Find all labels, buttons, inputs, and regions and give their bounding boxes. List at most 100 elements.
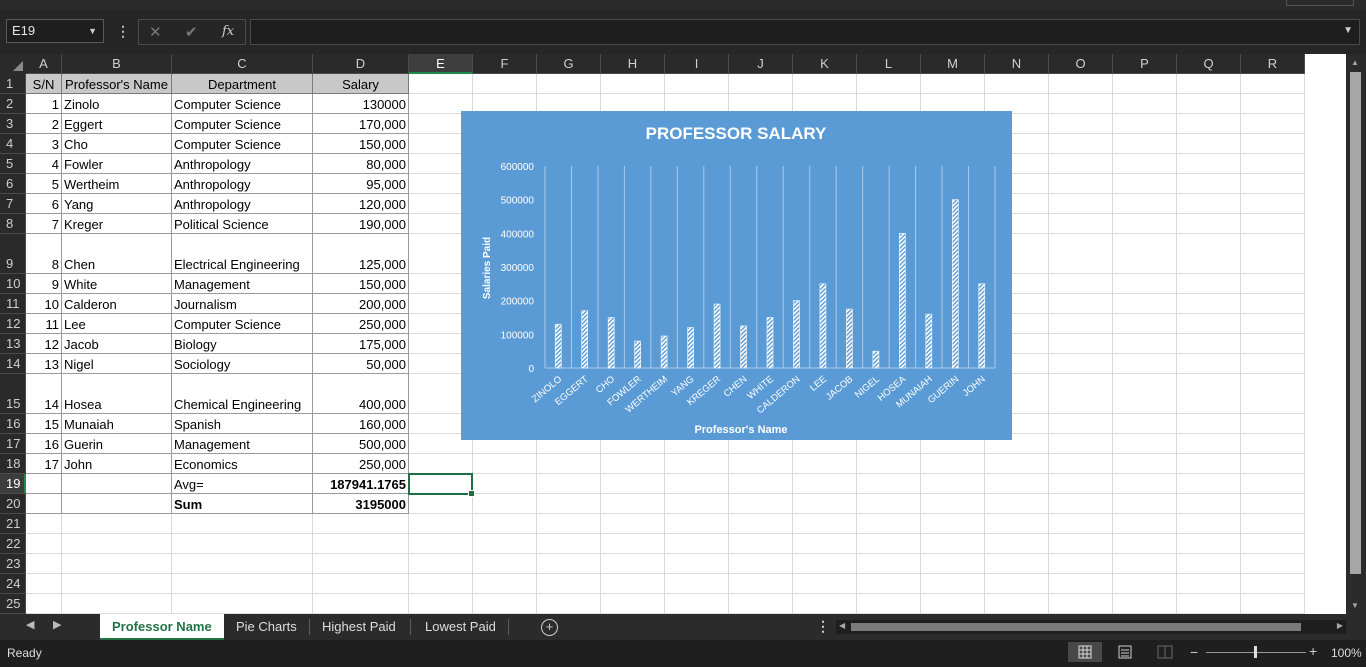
cell[interactable] <box>1241 414 1305 434</box>
cell[interactable] <box>172 514 313 534</box>
cell[interactable] <box>665 454 729 474</box>
row-header[interactable]: 2 <box>0 94 26 114</box>
cell[interactable] <box>1177 434 1241 454</box>
cell[interactable] <box>857 514 921 534</box>
cell[interactable] <box>921 514 985 534</box>
cell[interactable] <box>921 554 985 574</box>
cell[interactable] <box>1241 454 1305 474</box>
cell[interactable] <box>1049 494 1113 514</box>
cell[interactable] <box>665 594 729 614</box>
cell[interactable] <box>1241 474 1305 494</box>
cell[interactable] <box>1049 174 1113 194</box>
cell[interactable] <box>1177 174 1241 194</box>
next-sheet-icon[interactable]: ▶ <box>53 618 61 631</box>
cell[interactable] <box>1177 374 1241 414</box>
cell[interactable] <box>172 574 313 594</box>
cell[interactable] <box>729 494 793 514</box>
department-cell[interactable]: Anthropology <box>172 194 313 214</box>
cell[interactable] <box>1049 214 1113 234</box>
salary-cell[interactable]: 400,000 <box>313 374 409 414</box>
cell[interactable] <box>1177 294 1241 314</box>
cell[interactable] <box>1113 114 1177 134</box>
row-header[interactable]: 12 <box>0 314 26 334</box>
row-header[interactable]: 24 <box>0 574 26 594</box>
cell[interactable] <box>1177 134 1241 154</box>
name-cell[interactable]: Chen <box>62 234 172 274</box>
department-cell[interactable]: Management <box>172 274 313 294</box>
salary-cell[interactable]: 95,000 <box>313 174 409 194</box>
empty-cell[interactable] <box>62 474 172 494</box>
cell[interactable] <box>793 454 857 474</box>
column-header[interactable]: L <box>857 54 921 74</box>
horizontal-scrollbar[interactable]: ◀ ▶ <box>836 620 1346 634</box>
cell[interactable] <box>26 554 62 574</box>
column-header[interactable]: Q <box>1177 54 1241 74</box>
cell[interactable] <box>985 574 1049 594</box>
salary-cell[interactable]: 175,000 <box>313 334 409 354</box>
cell[interactable] <box>1049 374 1113 414</box>
sn-cell[interactable]: 15 <box>26 414 62 434</box>
name-cell[interactable]: Eggert <box>62 114 172 134</box>
cell[interactable] <box>1113 354 1177 374</box>
cell[interactable] <box>409 454 473 474</box>
row-header[interactable]: 9 <box>0 234 26 274</box>
cell[interactable] <box>1241 134 1305 154</box>
cell[interactable] <box>665 494 729 514</box>
cell[interactable] <box>1177 514 1241 534</box>
cell[interactable] <box>729 574 793 594</box>
cell[interactable] <box>1113 94 1177 114</box>
cell[interactable] <box>601 454 665 474</box>
name-cell[interactable]: Wertheim <box>62 174 172 194</box>
cell[interactable] <box>1177 114 1241 134</box>
department-cell[interactable]: Biology <box>172 334 313 354</box>
horizontal-scroll-thumb[interactable] <box>851 623 1301 631</box>
name-cell[interactable]: Lee <box>62 314 172 334</box>
cell[interactable] <box>729 454 793 474</box>
column-header[interactable]: R <box>1241 54 1305 74</box>
cell[interactable] <box>1113 174 1177 194</box>
sn-cell[interactable]: 10 <box>26 294 62 314</box>
cell[interactable] <box>601 514 665 534</box>
salary-cell[interactable]: 170,000 <box>313 114 409 134</box>
cell[interactable] <box>985 494 1049 514</box>
sn-cell[interactable]: 4 <box>26 154 62 174</box>
column-header[interactable]: N <box>985 54 1049 74</box>
cell[interactable] <box>665 554 729 574</box>
column-header[interactable]: E <box>409 54 473 74</box>
department-cell[interactable]: Journalism <box>172 294 313 314</box>
name-cell[interactable]: Cho <box>62 134 172 154</box>
cell[interactable] <box>1113 454 1177 474</box>
name-cell[interactable]: Jacob <box>62 334 172 354</box>
cell[interactable] <box>1049 74 1113 94</box>
cell[interactable] <box>1049 114 1113 134</box>
cell[interactable] <box>1241 574 1305 594</box>
name-cell[interactable]: Calderon <box>62 294 172 314</box>
x-icon[interactable]: ✕ <box>149 23 162 41</box>
scroll-up-icon[interactable]: ▲ <box>1351 58 1359 67</box>
name-cell[interactable]: Munaiah <box>62 414 172 434</box>
cell[interactable] <box>1113 334 1177 354</box>
row-header[interactable]: 21 <box>0 514 26 534</box>
cell[interactable] <box>921 594 985 614</box>
cell[interactable] <box>62 514 172 534</box>
cell[interactable] <box>1113 494 1177 514</box>
column-header[interactable]: F <box>473 54 537 74</box>
cell[interactable] <box>921 494 985 514</box>
cell[interactable] <box>62 574 172 594</box>
tab-pie-charts[interactable]: Pie Charts <box>224 614 309 640</box>
cell[interactable] <box>601 494 665 514</box>
row-header[interactable]: 7 <box>0 194 26 214</box>
cell[interactable] <box>537 534 601 554</box>
department-cell[interactable]: Anthropology <box>172 174 313 194</box>
cell[interactable] <box>1241 274 1305 294</box>
cell[interactable] <box>921 454 985 474</box>
tab-lowest-paid[interactable]: Lowest Paid <box>413 614 508 640</box>
cell[interactable] <box>1049 234 1113 274</box>
expand-formula-icon[interactable]: ▼ <box>1343 25 1353 36</box>
cell[interactable] <box>473 494 537 514</box>
cell[interactable] <box>473 74 537 94</box>
column-header[interactable]: D <box>313 54 409 74</box>
cell[interactable] <box>1113 314 1177 334</box>
cell[interactable] <box>26 594 62 614</box>
cell[interactable] <box>1177 554 1241 574</box>
